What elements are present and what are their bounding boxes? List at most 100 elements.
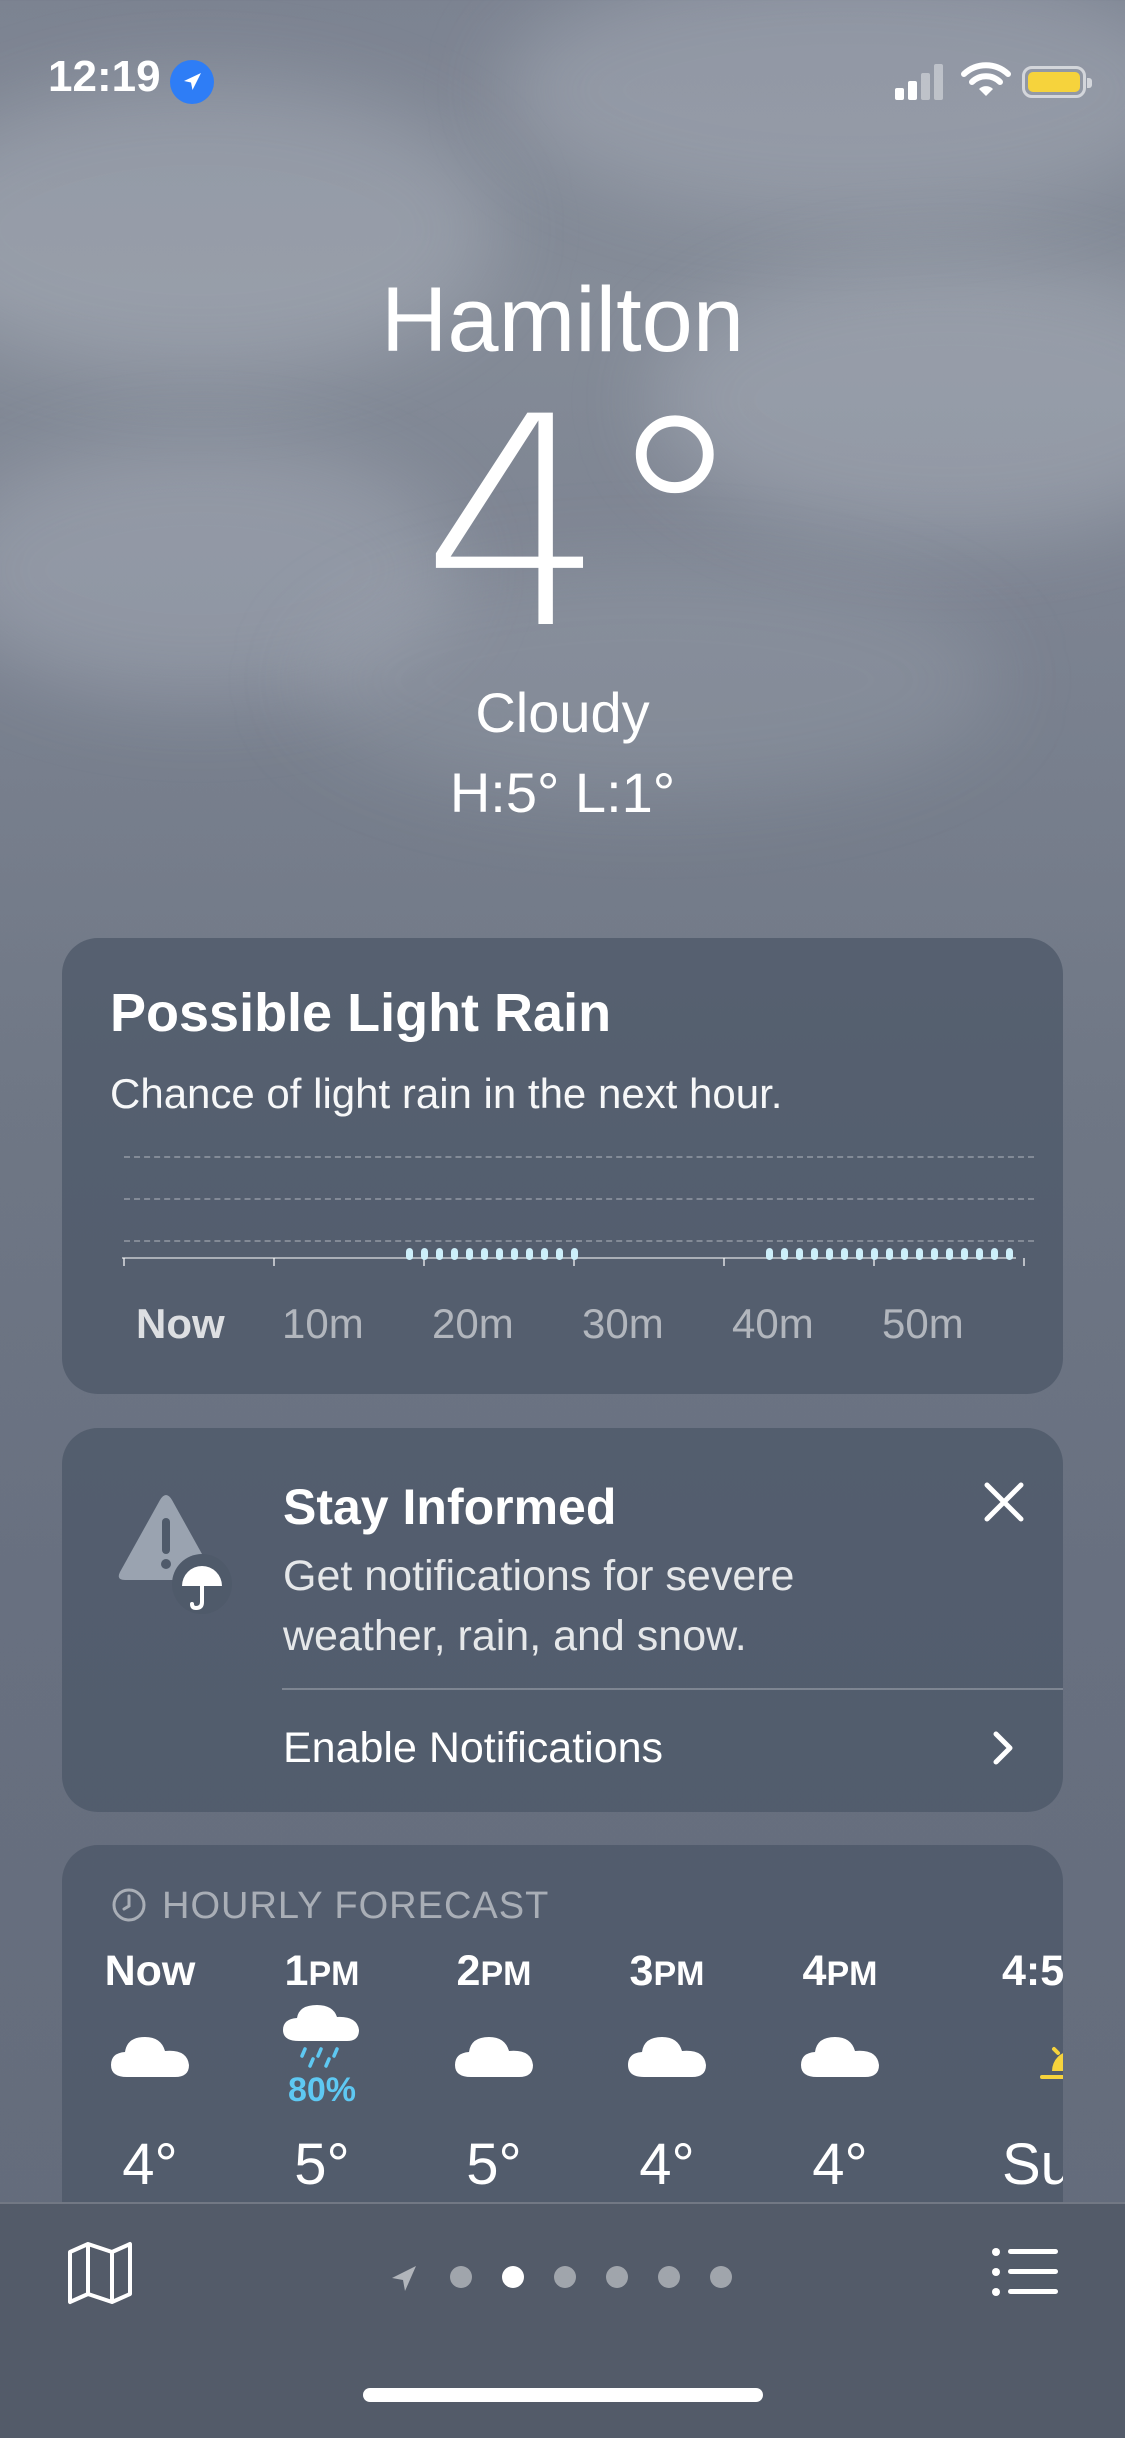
rain-bar bbox=[436, 1248, 443, 1260]
axis-label: Now bbox=[136, 1300, 225, 1347]
close-icon bbox=[984, 1482, 1024, 1522]
hourly-time: 4:5 bbox=[1002, 1947, 1063, 1995]
hourly-item: 2PM 5° bbox=[424, 1947, 564, 2198]
hourly-icon-wrap bbox=[942, 2003, 1063, 2113]
page-dot[interactable] bbox=[710, 2266, 732, 2288]
axis-label: 10m bbox=[282, 1300, 364, 1347]
rain-bar bbox=[571, 1248, 578, 1260]
enable-notifications-link[interactable]: Enable Notifications bbox=[283, 1724, 663, 1773]
hourly-icon-wrap bbox=[424, 2003, 564, 2113]
hourly-temp: 4° bbox=[122, 2132, 178, 2197]
precipitation-chart bbox=[122, 1248, 1025, 1266]
condition-text: Cloudy bbox=[475, 681, 650, 744]
axis-label: 20m bbox=[432, 1300, 514, 1347]
precipitation-axis: Now 10m 20m 30m 40m 50m bbox=[110, 1300, 1020, 1360]
sunset-icon bbox=[1002, 2027, 1063, 2092]
hourly-temp: 5° bbox=[466, 2132, 522, 2197]
list-icon bbox=[992, 2248, 1058, 2296]
hourly-time: 2PM bbox=[456, 1947, 532, 1995]
hourly-temp: Sur bbox=[1002, 2132, 1063, 2197]
page-dot[interactable] bbox=[658, 2266, 680, 2288]
close-button[interactable] bbox=[974, 1472, 1034, 1532]
hourly-icon-wrap: 80% bbox=[252, 2003, 392, 2113]
axis-label: 50m bbox=[882, 1300, 964, 1347]
wifi-icon bbox=[960, 60, 1012, 100]
cellular-signal-icon bbox=[895, 62, 945, 100]
hourly-time: 1PM bbox=[284, 1947, 360, 1995]
divider bbox=[282, 1688, 1063, 1690]
location-arrow-icon bbox=[170, 60, 214, 104]
rain-bar bbox=[781, 1248, 788, 1260]
rain-bar bbox=[961, 1248, 968, 1260]
rain-bar bbox=[1006, 1248, 1013, 1260]
page-indicator[interactable] bbox=[388, 2256, 748, 2296]
rain-bar bbox=[886, 1248, 893, 1260]
high-low-text: H:5° L:1° bbox=[449, 761, 676, 824]
rain-bar bbox=[466, 1248, 473, 1260]
rain-bar bbox=[526, 1248, 533, 1260]
notification-title: Stay Informed bbox=[283, 1479, 617, 1535]
precipitation-chance: 80% bbox=[287, 2071, 357, 2109]
cloud-icon bbox=[105, 2027, 195, 2092]
city-list-button[interactable] bbox=[990, 2244, 1060, 2300]
hourly-icon-wrap bbox=[597, 2003, 737, 2113]
battery-icon bbox=[1022, 66, 1092, 98]
rain-bar bbox=[511, 1248, 518, 1260]
chevron-right-icon[interactable] bbox=[984, 1718, 1024, 1778]
precipitation-title: Possible Light Rain bbox=[110, 983, 612, 1043]
axis-label: 40m bbox=[732, 1300, 814, 1347]
rain-bar bbox=[856, 1248, 863, 1260]
bottom-toolbar bbox=[0, 2202, 1125, 2438]
chart-gridline bbox=[124, 1198, 1034, 1200]
hourly-temp: 4° bbox=[639, 2132, 695, 2197]
rain-bar bbox=[541, 1248, 548, 1260]
rain-bar bbox=[976, 1248, 983, 1260]
rain-cloud-icon bbox=[277, 2003, 367, 2078]
rain-bar bbox=[826, 1248, 833, 1260]
cloud-icon bbox=[449, 2027, 539, 2092]
page-dot[interactable] bbox=[554, 2266, 576, 2288]
map-icon bbox=[68, 2242, 132, 2304]
clock-icon bbox=[112, 1888, 146, 1922]
stay-informed-card: Stay Informed Get notifications for seve… bbox=[62, 1428, 1063, 1812]
hourly-time: 4PM bbox=[802, 1947, 878, 1995]
rain-bar bbox=[841, 1248, 848, 1260]
hourly-item: Now 4° bbox=[80, 1947, 220, 2198]
precipitation-subtitle: Chance of light rain in the next hour. bbox=[110, 1070, 783, 1117]
chart-gridline bbox=[124, 1156, 1034, 1158]
rain-bar bbox=[946, 1248, 953, 1260]
hourly-icon-wrap bbox=[770, 2003, 910, 2113]
rain-bar bbox=[766, 1248, 773, 1260]
rain-bar bbox=[451, 1248, 458, 1260]
hourly-item: 4:5 Sur bbox=[942, 1947, 1063, 2198]
rain-bar bbox=[931, 1248, 938, 1260]
home-indicator bbox=[363, 2388, 763, 2402]
map-button[interactable] bbox=[64, 2238, 136, 2308]
hourly-item: 1PM 80% 5° bbox=[252, 1947, 392, 2198]
hourly-forecast-label: HOURLY FORECAST bbox=[162, 1885, 550, 1927]
hourly-item: 3PM 4° bbox=[597, 1947, 737, 2198]
status-time: 12:19 bbox=[48, 52, 161, 101]
hourly-temp: 5° bbox=[294, 2132, 350, 2197]
precipitation-card[interactable]: Possible Light Rain Chance of light rain… bbox=[62, 938, 1063, 1394]
axis-label: 30m bbox=[582, 1300, 664, 1347]
hourly-item: 4PM 4° bbox=[770, 1947, 910, 2198]
rain-bar bbox=[916, 1248, 923, 1260]
rain-bar bbox=[556, 1248, 563, 1260]
rain-bar bbox=[871, 1248, 878, 1260]
status-bar: 12:19 bbox=[0, 0, 1125, 150]
location-page-icon[interactable] bbox=[388, 2258, 420, 2298]
rain-bar bbox=[991, 1248, 998, 1260]
hourly-time: Now bbox=[104, 1947, 196, 1995]
rain-bar bbox=[901, 1248, 908, 1260]
rain-bar bbox=[421, 1248, 428, 1260]
current-temperature: 4° bbox=[421, 356, 748, 693]
rain-bar bbox=[406, 1248, 413, 1260]
page-dot[interactable] bbox=[450, 2266, 472, 2288]
page-dot[interactable] bbox=[502, 2266, 524, 2288]
hourly-time: 3PM bbox=[629, 1947, 705, 1995]
rain-bar bbox=[496, 1248, 503, 1260]
notification-text: Get notifications for severe weather, ra… bbox=[283, 1552, 795, 1660]
hourly-temp: 4° bbox=[812, 2132, 868, 2197]
page-dot[interactable] bbox=[606, 2266, 628, 2288]
